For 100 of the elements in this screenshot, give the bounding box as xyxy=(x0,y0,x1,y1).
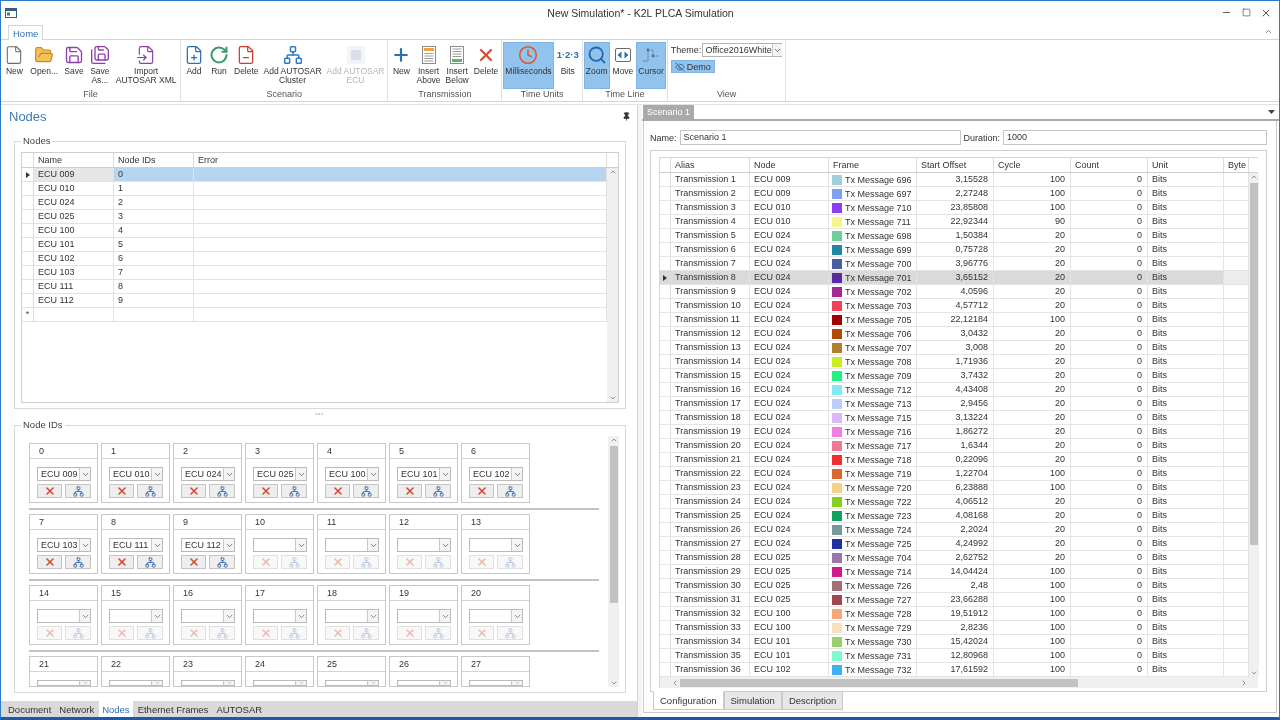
view-tab[interactable]: Simulation xyxy=(723,691,782,710)
column-header[interactable]: Count xyxy=(1071,158,1148,172)
ecu-dropdown[interactable]: ECU 102 xyxy=(469,467,523,481)
ecu-dropdown[interactable] xyxy=(397,680,451,686)
panel-tab[interactable]: Nodes xyxy=(99,701,133,717)
scrollbar-thumb[interactable] xyxy=(680,678,1078,687)
ecu-dropdown[interactable] xyxy=(469,680,523,686)
chevron-up-icon[interactable] xyxy=(1264,27,1273,36)
duration-field[interactable]: 1000 xyxy=(1003,130,1267,145)
ribbon-button[interactable]: Insert Above xyxy=(414,42,443,89)
table-row[interactable]: Transmission 8 ECU 024 Tx Message 701 3,65152 20 0 Bits xyxy=(660,271,1249,285)
scrollbar-thumb[interactable] xyxy=(1250,183,1258,545)
panel-tab[interactable]: Ethernet Frames xyxy=(134,701,212,717)
table-row[interactable]: Transmission 5 ECU 024 Tx Message 698 1,50384 20 0 Bits xyxy=(660,229,1249,243)
column-header[interactable]: Error xyxy=(194,153,607,167)
remove-button[interactable] xyxy=(37,484,62,498)
demo-toggle[interactable]: Demo xyxy=(670,60,715,73)
network-button[interactable] xyxy=(137,555,163,569)
column-header[interactable]: Start Offset xyxy=(917,158,994,172)
table-row[interactable]: ECU 024 2 xyxy=(22,196,607,210)
table-row[interactable]: Transmission 30 ECU 025 Tx Message 726 2,48 100 0 Bits xyxy=(660,579,1249,593)
ecu-dropdown[interactable]: ECU 112 xyxy=(181,538,235,552)
view-tab[interactable]: Configuration xyxy=(653,691,724,710)
remove-button[interactable] xyxy=(109,484,134,498)
ribbon-button[interactable]: Zoom xyxy=(583,42,610,89)
network-button[interactable] xyxy=(497,484,523,498)
table-row[interactable]: Transmission 27 ECU 024 Tx Message 725 4,24992 20 0 Bits xyxy=(660,537,1249,551)
table-row[interactable]: Transmission 12 ECU 024 Tx Message 706 3,0432 20 0 Bits xyxy=(660,327,1249,341)
table-row[interactable]: ECU 100 4 xyxy=(22,224,607,238)
network-button[interactable] xyxy=(425,484,451,498)
ecu-dropdown[interactable] xyxy=(253,680,307,686)
remove-button[interactable] xyxy=(181,555,206,569)
panel-tab[interactable]: Network xyxy=(56,701,98,717)
table-row[interactable]: ECU 101 5 xyxy=(22,238,607,252)
ecu-dropdown[interactable] xyxy=(37,609,91,623)
table-row[interactable]: ECU 112 9 xyxy=(22,294,607,308)
ribbon-button[interactable]: Open... xyxy=(28,42,61,89)
remove-button[interactable] xyxy=(325,484,350,498)
network-button[interactable] xyxy=(65,484,91,498)
table-row[interactable]: Transmission 17 ECU 024 Tx Message 713 2,9456 20 0 Bits xyxy=(660,397,1249,411)
ecu-dropdown[interactable] xyxy=(181,609,235,623)
network-button[interactable] xyxy=(65,555,91,569)
theme-dropdown[interactable]: Office2016White xyxy=(702,43,783,57)
ecu-dropdown[interactable] xyxy=(181,680,235,686)
column-header[interactable]: Node xyxy=(750,158,829,172)
ribbon-button[interactable]: Run xyxy=(207,42,231,89)
ecu-dropdown[interactable] xyxy=(325,538,379,552)
table-row[interactable]: Transmission 15 ECU 024 Tx Message 709 3,7432 20 0 Bits xyxy=(660,369,1249,383)
table-row[interactable]: Transmission 22 ECU 024 Tx Message 719 1,22704 100 0 Bits xyxy=(660,467,1249,481)
column-header[interactable]: Node IDs xyxy=(114,153,194,167)
table-row[interactable]: Transmission 4 ECU 010 Tx Message 711 22,92344 90 0 Bits xyxy=(660,215,1249,229)
table-row[interactable]: Transmission 25 ECU 024 Tx Message 723 4,08168 20 0 Bits xyxy=(660,509,1249,523)
table-row[interactable]: Transmission 19 ECU 024 Tx Message 716 1,86272 20 0 Bits xyxy=(660,425,1249,439)
pin-icon[interactable] xyxy=(622,111,631,121)
ecu-dropdown[interactable] xyxy=(397,609,451,623)
ribbon-button[interactable]: Cursor xyxy=(636,42,666,89)
ribbon-button[interactable]: New xyxy=(389,42,414,89)
ecu-dropdown[interactable]: ECU 024 xyxy=(181,467,235,481)
table-row[interactable]: Transmission 32 ECU 100 Tx Message 728 19,51912 100 0 Bits xyxy=(660,607,1249,621)
ecu-dropdown[interactable]: ECU 101 xyxy=(397,467,451,481)
table-row[interactable]: Transmission 33 ECU 100 Tx Message 729 2,8236 100 0 Bits xyxy=(660,621,1249,635)
remove-button[interactable] xyxy=(181,484,206,498)
ecu-dropdown[interactable] xyxy=(469,609,523,623)
ribbon-button[interactable]: Move xyxy=(610,42,636,89)
ecu-dropdown[interactable] xyxy=(325,680,379,686)
network-button[interactable] xyxy=(209,484,235,498)
column-header[interactable]: Unit xyxy=(1148,158,1224,172)
scrollbar[interactable] xyxy=(660,677,1258,688)
remove-button[interactable] xyxy=(397,484,422,498)
column-header[interactable]: Cycle xyxy=(994,158,1071,172)
table-row[interactable]: Transmission 16 ECU 024 Tx Message 712 4,43408 20 0 Bits xyxy=(660,383,1249,397)
remove-button[interactable] xyxy=(469,484,494,498)
ribbon-button[interactable]: Import AUTOSAR XML xyxy=(113,42,179,89)
ecu-dropdown[interactable] xyxy=(253,609,307,623)
ecu-dropdown[interactable] xyxy=(397,538,451,552)
table-row[interactable]: Transmission 14 ECU 024 Tx Message 708 1,71936 20 0 Bits xyxy=(660,355,1249,369)
ribbon-button[interactable]: New xyxy=(2,42,27,89)
scrollbar[interactable] xyxy=(607,168,618,402)
scrollbar[interactable] xyxy=(608,436,619,687)
table-row[interactable]: Transmission 13 ECU 024 Tx Message 707 3,008 20 0 Bits xyxy=(660,341,1249,355)
table-row[interactable]: ECU 025 3 xyxy=(22,210,607,224)
column-header[interactable]: Alias xyxy=(671,158,750,172)
table-row[interactable]: Transmission 10 ECU 024 Tx Message 703 4,57712 20 0 Bits xyxy=(660,299,1249,313)
table-row[interactable]: Transmission 34 ECU 101 Tx Message 730 15,42024 100 0 Bits xyxy=(660,635,1249,649)
table-row[interactable]: ECU 103 7 xyxy=(22,266,607,280)
table-row[interactable]: Transmission 24 ECU 024 Tx Message 722 4,06512 20 0 Bits xyxy=(660,495,1249,509)
table-row[interactable]: Transmission 26 ECU 024 Tx Message 724 2,2024 20 0 Bits xyxy=(660,523,1249,537)
table-row[interactable]: ECU 010 1 xyxy=(22,182,607,196)
ribbon-button[interactable]: Milliseconds xyxy=(503,42,554,89)
column-header[interactable]: Frame xyxy=(829,158,917,172)
column-header[interactable]: Byte xyxy=(1224,158,1249,172)
ribbon-button[interactable]: Delete xyxy=(232,42,261,89)
network-button[interactable] xyxy=(281,484,307,498)
panel-tab[interactable]: AUTOSAR xyxy=(213,701,266,717)
table-row[interactable]: Transmission 21 ECU 024 Tx Message 718 0,22096 20 0 Bits xyxy=(660,453,1249,467)
column-header[interactable]: Name xyxy=(34,153,114,167)
remove-button[interactable] xyxy=(37,555,62,569)
name-field[interactable]: Scenario 1 xyxy=(679,130,961,145)
ecu-dropdown[interactable]: ECU 009 xyxy=(37,467,91,481)
table-row[interactable]: Transmission 28 ECU 025 Tx Message 704 2,62752 20 0 Bits xyxy=(660,551,1249,565)
